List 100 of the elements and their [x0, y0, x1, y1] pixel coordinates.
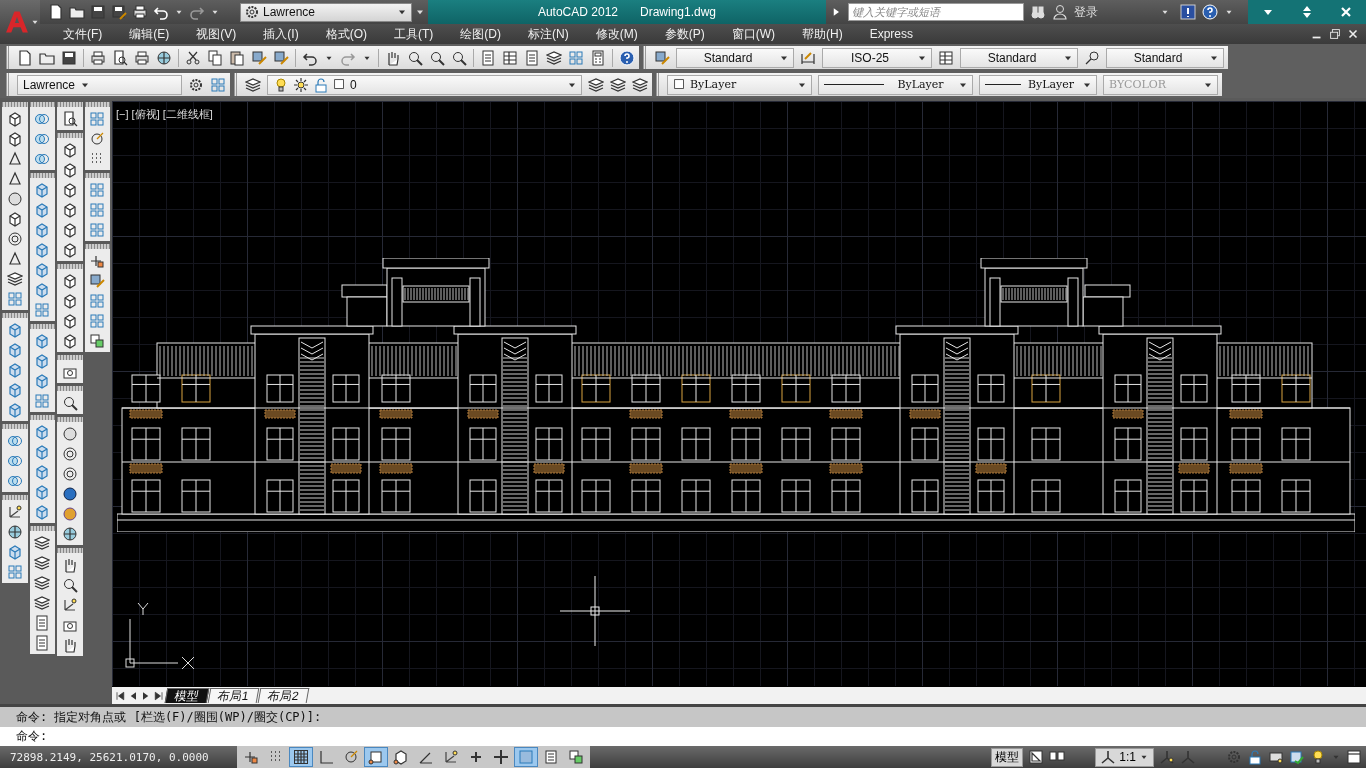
new-file-icon[interactable] [48, 4, 64, 20]
toolbar-grip[interactable] [57, 355, 83, 360]
padlock-icon[interactable] [1247, 749, 1263, 765]
save-icon[interactable] [90, 4, 106, 20]
toolbar-grip[interactable] [2, 313, 28, 318]
search-field[interactable]: 键入关键字或短语 [848, 3, 1024, 21]
cube-icon[interactable] [6, 111, 23, 127]
menu-item[interactable]: 文件(F) [55, 25, 111, 43]
save-icon[interactable] [61, 49, 77, 66]
sphere-icon[interactable] [6, 191, 23, 207]
print-preview-icon[interactable] [61, 111, 78, 127]
cube-icon[interactable] [6, 211, 23, 227]
cube-icon[interactable] [61, 162, 78, 178]
squares-icon[interactable] [89, 111, 106, 127]
table-icon[interactable] [938, 49, 954, 66]
menu-item[interactable]: 修改(M) [587, 25, 646, 43]
ring-icon[interactable] [61, 446, 78, 462]
menu-item[interactable]: 参数(P) [656, 25, 713, 43]
cube-icon[interactable] [61, 293, 78, 309]
brush-icon[interactable] [251, 49, 267, 66]
cube-icon[interactable] [61, 142, 78, 158]
calculator-icon[interactable] [590, 49, 606, 66]
printer-icon[interactable] [90, 49, 106, 66]
help-icon[interactable] [1202, 4, 1218, 20]
toolbar-grip[interactable] [57, 102, 83, 107]
cone-icon[interactable] [6, 151, 23, 167]
menu-item[interactable]: 标注(N) [520, 25, 577, 43]
gear-icon[interactable] [188, 76, 204, 93]
toolbar-grip[interactable] [2, 102, 28, 107]
menu-item[interactable]: 插入(I) [255, 25, 307, 43]
squares-icon[interactable] [89, 202, 106, 218]
dimension-style-dropdown[interactable]: ISO-25 [822, 47, 932, 68]
printer-icon[interactable] [132, 4, 148, 20]
table-style-dropdown[interactable]: Standard [960, 47, 1078, 68]
sphere-icon[interactable] [61, 506, 78, 522]
toolbar-grip[interactable] [29, 415, 55, 420]
overlapping-circles-icon[interactable] [6, 473, 23, 489]
cone-icon[interactable] [6, 251, 23, 267]
selection-cycle-icon[interactable] [89, 333, 106, 349]
overlapping-circles-icon[interactable] [6, 433, 23, 449]
cone-icon[interactable] [6, 171, 23, 187]
layout-tab[interactable]: 模型 [164, 688, 210, 703]
squares-icon[interactable] [89, 293, 106, 309]
polar-icon[interactable] [89, 131, 106, 147]
zoom-icon[interactable] [61, 395, 78, 411]
toolbar-grip[interactable] [57, 417, 83, 422]
command-line-field[interactable]: 命令: [0, 727, 1366, 746]
layout-tab[interactable]: 布局2 [257, 688, 309, 703]
light-bulb-icon[interactable] [1310, 749, 1326, 765]
squares-icon[interactable] [89, 313, 106, 329]
layers-icon[interactable] [34, 555, 51, 571]
toolbar-grip[interactable] [29, 324, 55, 329]
cube-icon[interactable] [61, 182, 78, 198]
axes-icon[interactable] [6, 504, 23, 520]
table-icon[interactable] [502, 49, 518, 66]
lineweight-dropdown[interactable]: ByLayer [979, 74, 1097, 95]
layers-icon[interactable] [588, 76, 604, 93]
toolbar-grip[interactable] [84, 173, 110, 178]
cube-icon[interactable] [61, 242, 78, 258]
toolbar-grip[interactable] [57, 548, 83, 553]
login-link[interactable]: 登录 [1074, 3, 1098, 21]
layer-dropdown[interactable]: 0 [267, 74, 582, 95]
cube-icon[interactable] [6, 131, 23, 147]
layers-icon[interactable] [245, 76, 261, 93]
toolbar-grip[interactable] [57, 133, 83, 138]
last-tab-icon[interactable] [153, 689, 165, 702]
menu-item[interactable]: Express [861, 27, 921, 41]
brush-icon[interactable] [654, 49, 670, 66]
menu-item[interactable]: 帮助(H) [794, 25, 851, 43]
cube-icon[interactable] [61, 202, 78, 218]
ring-icon[interactable] [61, 466, 78, 482]
axes-icon[interactable] [61, 597, 78, 613]
overlapping-circles-icon[interactable] [34, 151, 51, 167]
toolbar-grip[interactable] [84, 102, 110, 107]
snap-icon[interactable] [89, 253, 106, 269]
model-space-icon[interactable] [1028, 749, 1045, 765]
viewport-label[interactable]: [−] [俯视] [二维线框] [116, 107, 213, 122]
text-style-dropdown[interactable]: Standard [676, 47, 794, 68]
toolbar-grip[interactable] [29, 102, 55, 107]
menu-item[interactable]: 编辑(E) [121, 25, 178, 43]
zoom-icon[interactable] [429, 49, 445, 66]
sphere-icon[interactable] [61, 426, 78, 442]
layers-icon[interactable] [610, 76, 626, 93]
workspace-dropdown[interactable]: Lawrence [240, 2, 412, 22]
first-tab-icon[interactable] [114, 689, 126, 702]
overlapping-circles-icon[interactable] [34, 131, 51, 147]
squares-icon[interactable] [34, 302, 51, 318]
squares-icon[interactable] [6, 564, 23, 580]
zoom-icon[interactable] [451, 49, 467, 66]
layers-icon[interactable] [34, 535, 51, 551]
cube-icon[interactable] [61, 273, 78, 289]
scissors-icon[interactable] [185, 49, 201, 66]
toolbar-grip[interactable] [57, 264, 83, 269]
brush-icon[interactable] [273, 49, 289, 66]
annotation-scale-button[interactable]: 1:1 [1095, 747, 1154, 767]
folder-icon[interactable] [69, 4, 85, 20]
toolbar-grip[interactable] [29, 173, 55, 178]
globe-icon[interactable] [61, 526, 78, 542]
toolbar-grip[interactable] [84, 244, 110, 249]
menu-item[interactable]: 窗口(W) [723, 25, 783, 43]
